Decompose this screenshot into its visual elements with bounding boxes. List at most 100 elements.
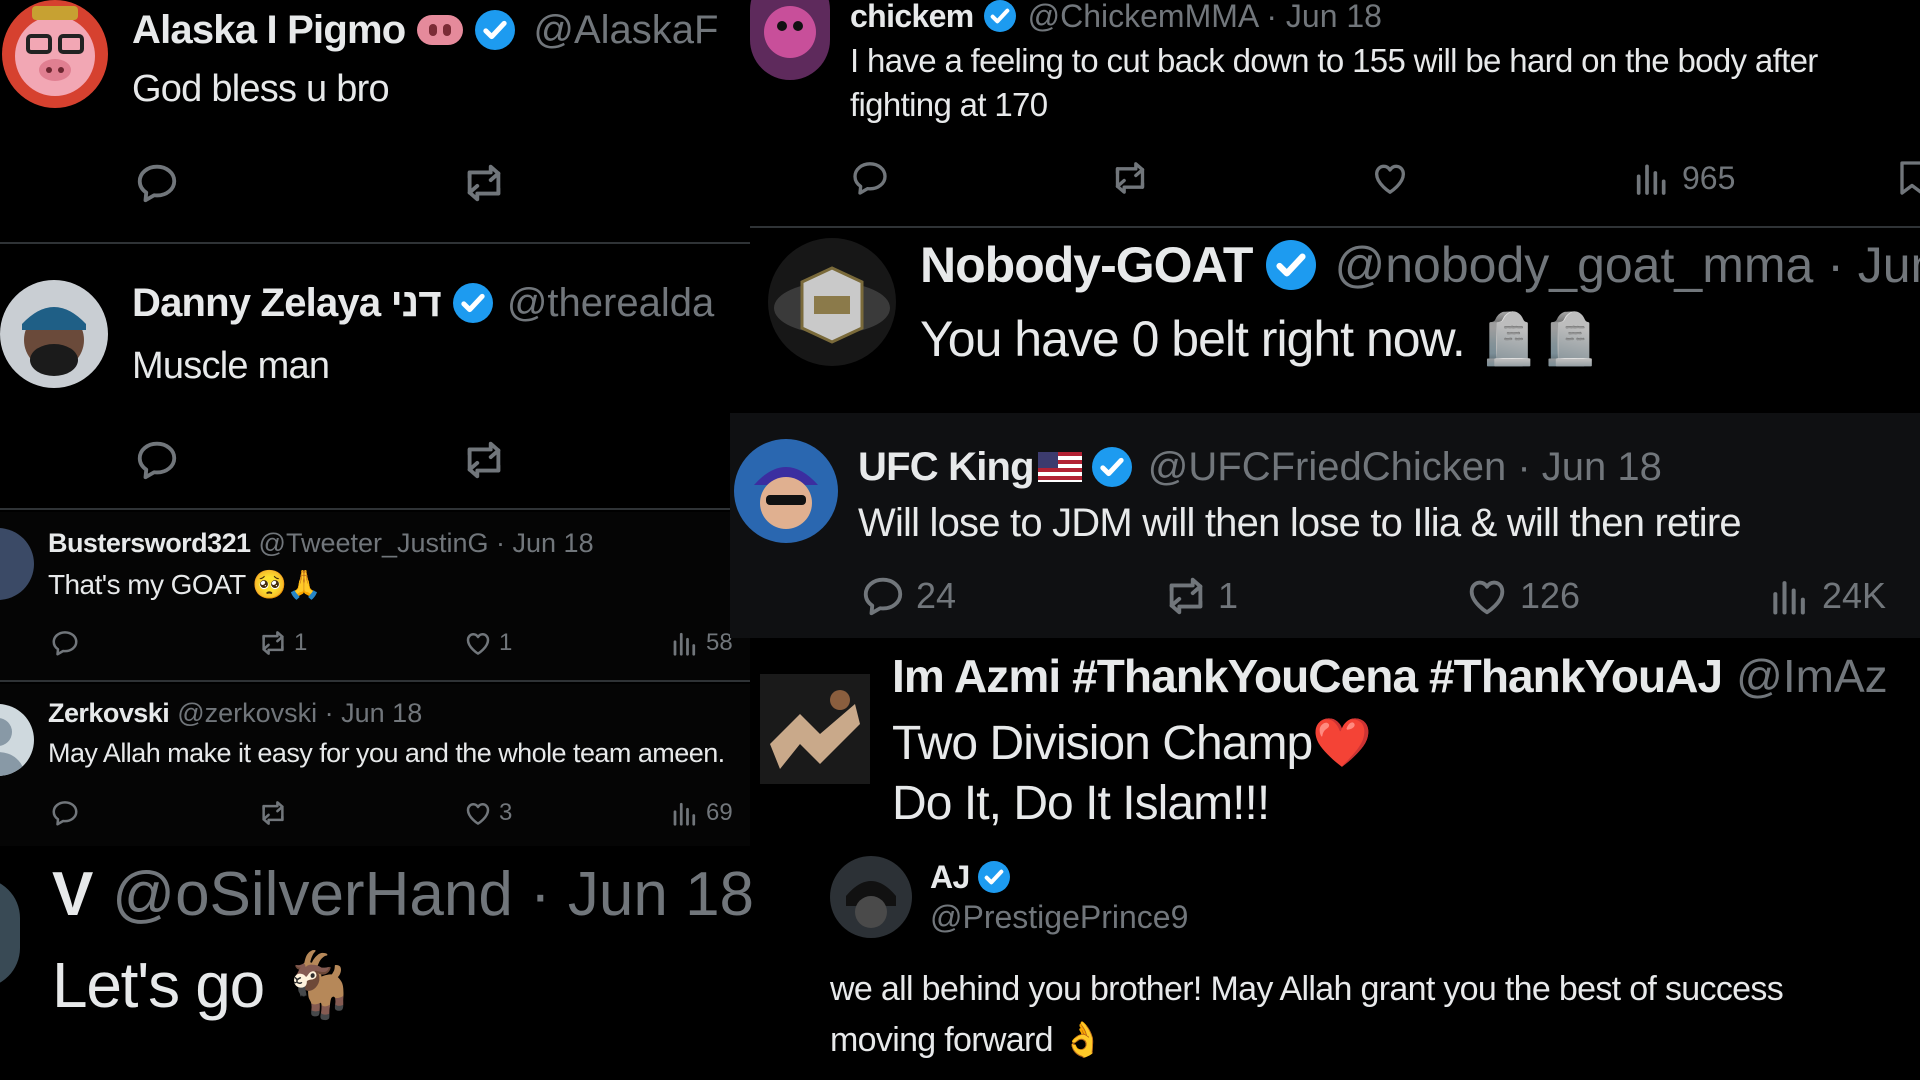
heart-icon xyxy=(1464,573,1510,619)
avatar[interactable] xyxy=(0,878,20,988)
reply-icon xyxy=(134,160,180,206)
tweet-text: Will lose to JDM will then lose to Ilia … xyxy=(858,501,1742,545)
retweet-button[interactable]: 1 xyxy=(256,628,307,658)
views-count: 24K xyxy=(1822,575,1887,616)
handle[interactable]: @oSilverHand · Jun 18 xyxy=(112,859,754,930)
tweet-text-line-2: Do It, Do It Islam!!! xyxy=(892,777,1270,830)
handle[interactable]: @ImAz xyxy=(1736,649,1887,703)
bookmark-button[interactable] xyxy=(1892,158,1920,198)
tweet-chickem[interactable]: chickem @ChickemMMA · Jun 18 I have a fe… xyxy=(750,0,1920,228)
like-count: 1 xyxy=(499,629,513,656)
reply-button[interactable] xyxy=(50,798,80,828)
views-icon xyxy=(670,628,700,658)
views-button[interactable]: 69 xyxy=(670,798,733,828)
views-button[interactable]: 965 xyxy=(1632,158,1735,198)
views-count: 69 xyxy=(706,799,733,826)
display-name[interactable]: Zerkovski xyxy=(48,698,170,729)
retweet-button[interactable] xyxy=(1108,158,1152,198)
heart-icon xyxy=(463,798,493,828)
avatar[interactable] xyxy=(734,439,838,543)
views-count: 58 xyxy=(706,629,733,656)
retweet-icon xyxy=(458,437,510,483)
handle[interactable]: @UFCFriedChicken · Jun 18 xyxy=(1148,445,1662,490)
tweet-text-line-2: fighting at 170 xyxy=(850,86,1048,123)
handle[interactable]: @nobody_goat_mma · Jun 1 xyxy=(1334,236,1920,294)
tweet-ufc-king[interactable]: UFC King @UFCFriedChicken · Jun 18 Will … xyxy=(730,413,1920,638)
divider xyxy=(0,680,765,682)
avatar[interactable] xyxy=(0,528,34,600)
avatar[interactable] xyxy=(0,704,34,776)
divider xyxy=(0,508,750,510)
retweet-icon xyxy=(256,628,290,658)
reply-button[interactable] xyxy=(134,437,180,483)
heart-icon xyxy=(463,628,493,658)
like-count: 3 xyxy=(499,799,513,826)
display-name[interactable]: Alaska I Pigmo xyxy=(132,8,406,53)
tweet-text: May Allah make it easy for you and the w… xyxy=(48,738,725,768)
handle[interactable]: @AlaskaF xyxy=(533,8,718,53)
verified-badge-icon xyxy=(475,10,516,50)
tweet-text: God bless u bro xyxy=(132,68,390,110)
retweet-count: 1 xyxy=(1218,575,1239,616)
reply-icon xyxy=(134,437,180,483)
tweet-silverhand[interactable]: V @oSilverHand · Jun 18 Let's go 🐐 xyxy=(0,848,765,1080)
like-button[interactable]: 126 xyxy=(1464,573,1580,619)
tweet-aj[interactable]: AJ @PrestigePrince9 we all behind you br… xyxy=(800,848,1920,1080)
us-flag-emoji xyxy=(1037,452,1082,482)
avatar[interactable] xyxy=(830,856,912,938)
retweet-button[interactable] xyxy=(256,798,290,828)
reply-button[interactable] xyxy=(134,160,180,206)
avatar[interactable] xyxy=(2,0,108,108)
cartoon-avatar-icon xyxy=(764,6,816,58)
like-button[interactable]: 3 xyxy=(463,798,512,828)
divider xyxy=(0,242,750,244)
tweet-nobody-goat[interactable]: Nobody-GOAT @nobody_goat_mma · Jun 1 You… xyxy=(750,228,1920,413)
handle[interactable]: @therealda xyxy=(507,281,714,326)
retweet-icon xyxy=(1108,158,1152,198)
fighter-image-icon xyxy=(770,690,860,769)
verified-badge-icon xyxy=(983,0,1016,32)
avatar[interactable] xyxy=(768,238,896,366)
tweet-text-line-2: moving forward 👌 xyxy=(830,1021,1104,1059)
display-name[interactable]: Nobody-GOAT xyxy=(920,236,1253,294)
avatar[interactable] xyxy=(760,674,870,784)
reply-button[interactable] xyxy=(50,628,80,658)
like-button[interactable] xyxy=(1370,158,1410,198)
reply-icon xyxy=(50,798,80,828)
avatar[interactable] xyxy=(750,0,830,80)
person-avatar-icon xyxy=(754,467,818,529)
views-button[interactable]: 58 xyxy=(670,628,733,658)
person-avatar-icon xyxy=(846,881,896,928)
display-name[interactable]: AJ xyxy=(930,859,970,896)
tweet-danny[interactable]: Danny Zelaya דני @therealda Muscle man xyxy=(0,245,750,510)
handle[interactable]: @PrestigePrince9 xyxy=(930,899,1188,936)
like-button[interactable]: 1 xyxy=(463,628,512,658)
display-name[interactable]: Im Azmi #ThankYouCena #ThankYouAJ xyxy=(892,649,1723,703)
tweet-im-azmi[interactable]: Im Azmi #ThankYouCena #ThankYouAJ @ImAz … xyxy=(750,638,1920,848)
retweet-button[interactable]: 1 xyxy=(1160,573,1238,619)
avatar[interactable] xyxy=(0,280,108,388)
tweet-alaska[interactable]: Alaska I Pigmo @AlaskaF God bless u bro xyxy=(0,0,750,245)
retweet-count: 1 xyxy=(294,629,308,656)
reply-button[interactable]: 24 xyxy=(860,573,956,619)
verified-badge-icon xyxy=(1266,240,1317,290)
tweet-bustersword[interactable]: Bustersword321 @Tweeter_JustinG · Jun 18… xyxy=(0,512,765,682)
display-name[interactable]: chickem xyxy=(850,0,974,35)
retweet-button[interactable] xyxy=(458,160,510,206)
views-button[interactable]: 24K xyxy=(1768,573,1886,619)
reply-button[interactable] xyxy=(850,158,890,198)
handle[interactable]: @ChickemMMA · Jun 18 xyxy=(1028,0,1382,35)
ufc-belt-icon xyxy=(774,266,890,344)
display-name[interactable]: Danny Zelaya דני xyxy=(132,281,442,326)
display-name[interactable]: UFC King xyxy=(858,445,1035,490)
handle[interactable]: @zerkovski · Jun 18 xyxy=(177,698,422,729)
handle[interactable]: @Tweeter_JustinG · Jun 18 xyxy=(259,528,594,559)
display-name[interactable]: Bustersword321 xyxy=(48,528,251,559)
retweet-button[interactable] xyxy=(458,437,510,483)
display-name[interactable]: V xyxy=(52,859,93,930)
reply-icon xyxy=(50,628,80,658)
views-icon xyxy=(1632,158,1672,198)
verified-badge-icon xyxy=(1091,447,1132,487)
views-icon xyxy=(670,798,700,828)
tweet-zerkovski[interactable]: Zerkovski @zerkovski · Jun 18 May Allah … xyxy=(0,684,765,846)
